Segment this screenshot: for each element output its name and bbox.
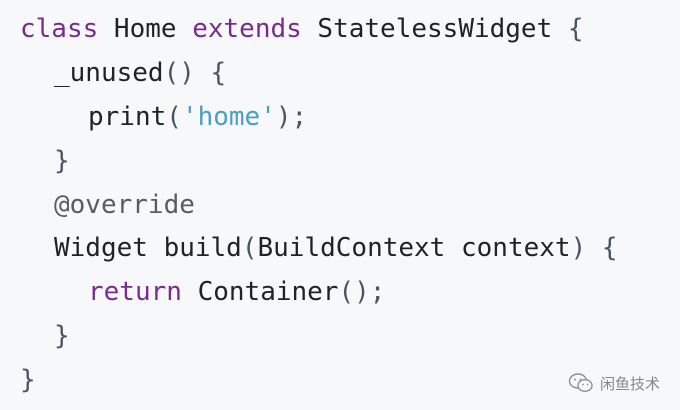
build-params: BuildContext context [257,233,571,264]
paren-open: ( [166,101,182,132]
class-name-text: Home [98,14,193,44]
code-line-6: Widget build(BuildContext context) { [0,227,618,271]
keyword-class: class [20,14,99,44]
paren-close: ) [570,233,587,264]
code-line-9: } [0,359,618,403]
keyword-extends: extends [192,14,302,44]
build-signature: Widget build [54,233,242,264]
paren: () [163,57,195,88]
open-brace: { [601,233,618,264]
open-brace: { [210,57,227,88]
code-line-7: return Container(); [0,271,618,315]
code-line-4: } [0,140,618,184]
code-block: class Home extends StatelessWidget {_unu… [0,8,618,403]
close-brace: } [54,145,70,176]
code-line-1: class Home extends StatelessWidget { [0,8,618,52]
paren-close: ); [275,101,308,132]
annotation-override: @override [54,189,195,220]
code-line-5: @override [0,184,618,228]
paren-open: ( [241,233,258,264]
close-brace: } [54,321,70,352]
print-call: print [88,101,167,132]
close-brace: } [20,365,36,396]
code-line-3: print('home'); [0,96,618,140]
watermark-text: 闲鱼技术 [599,374,660,393]
string-literal: 'home' [181,101,276,132]
watermark: 闲鱼技术 [568,372,660,394]
call-parens: (); [338,277,386,308]
container-call: Container [181,277,339,308]
method-name-unused: _unused [54,57,164,88]
open-brace: { [567,14,584,44]
code-line-2: _unused() { [0,52,618,96]
keyword-return: return [88,277,182,308]
superclass-text: StatelessWidget [301,14,568,44]
code-line-8: } [0,315,618,359]
wechat-icon [568,373,593,393]
